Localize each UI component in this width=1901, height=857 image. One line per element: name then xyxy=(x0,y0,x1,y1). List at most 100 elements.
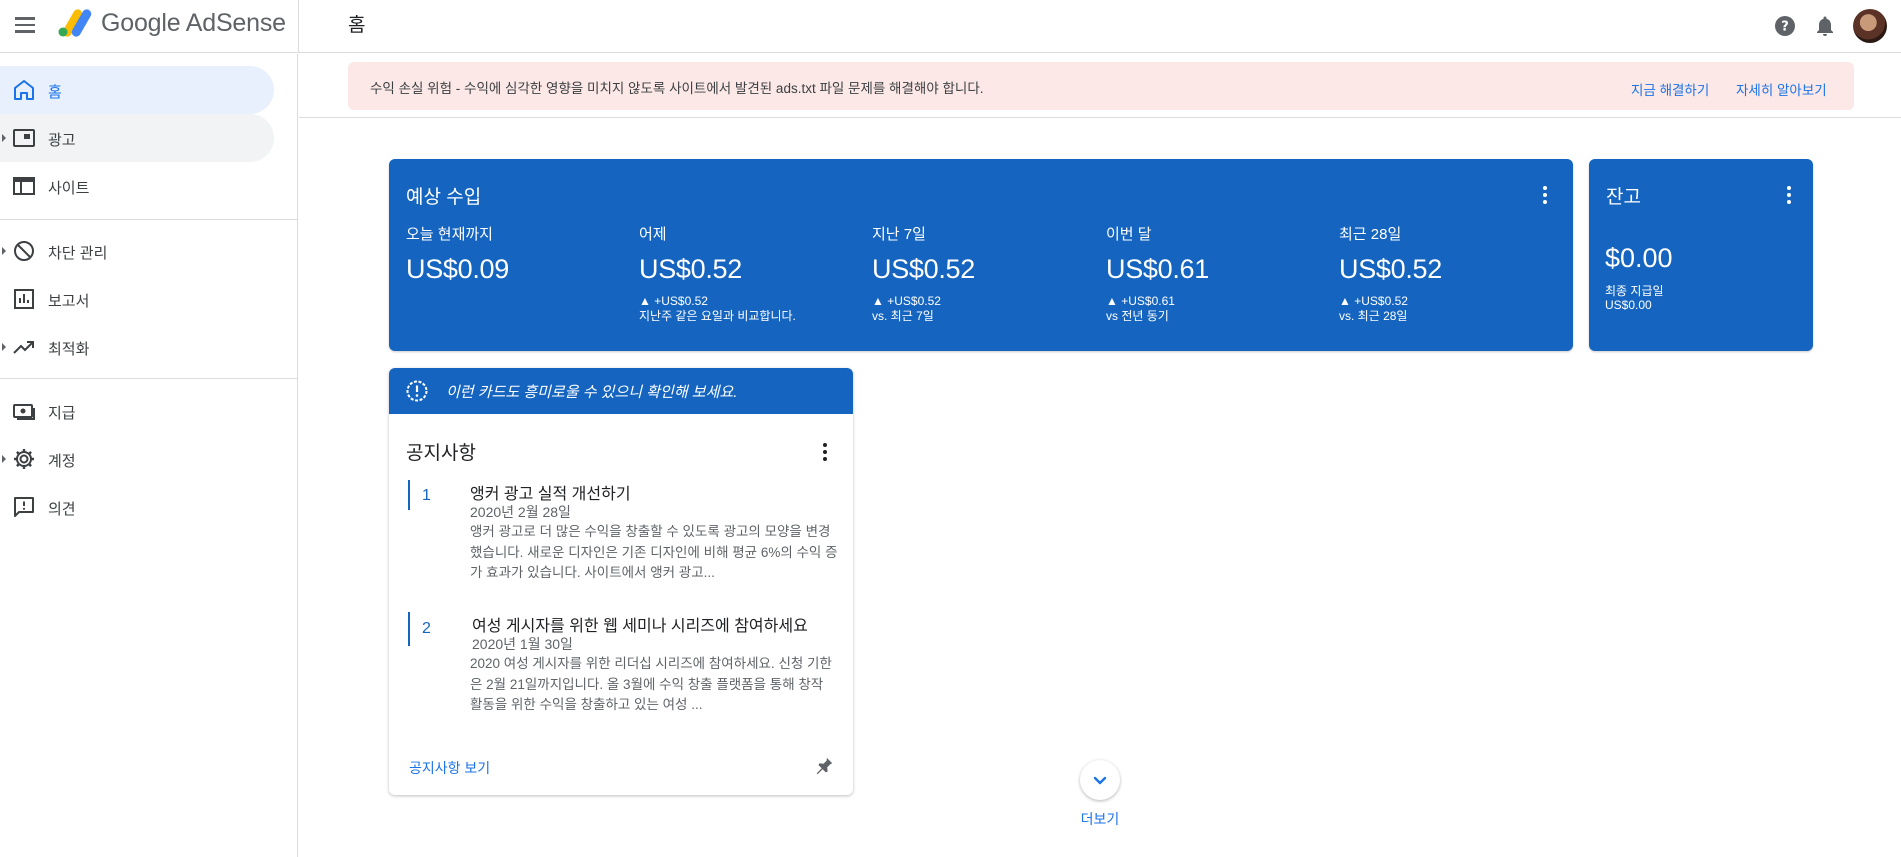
ads-txt-alert-banner: 수익 손실 위험 - 수익에 심각한 영향을 미치지 않도록 사이트에서 발견된… xyxy=(348,62,1854,110)
announcement-item[interactable]: 2 여성 게시자를 위한 웹 세미나 시리즈에 참여하세요 2020년 1월 3… xyxy=(408,612,838,722)
last-payment-value: US$0.00 xyxy=(1605,298,1652,312)
metric-comparison: vs 전년 동기 xyxy=(1106,309,1169,323)
announcement-title: 여성 게시자를 위한 웹 세미나 시리즈에 참여하세요 xyxy=(472,618,808,635)
metric-value: US$0.09 xyxy=(406,254,509,284)
announcement-body: 앵커 광고로 더 많은 수익을 창출할 수 있도록 광고의 모양을 변경했습니다… xyxy=(470,524,838,580)
block-icon xyxy=(14,241,34,261)
page-title: 홈 xyxy=(348,15,366,36)
fix-now-link[interactable]: 지금 해결하기 xyxy=(1631,79,1709,99)
sites-icon xyxy=(13,177,35,195)
metric-comparison: vs. 최근 7일 xyxy=(872,309,934,323)
announcement-body: 2020 여성 게시자를 위한 리더십 시리즈에 참여하세요. 신청 기한은 2… xyxy=(470,656,832,712)
metric-label: 어제 xyxy=(639,226,667,243)
alert-badge-icon xyxy=(406,380,428,402)
adsense-logo-icon xyxy=(58,9,92,37)
metric-delta: ▲ +US$0.52 xyxy=(639,294,708,308)
announcement-item[interactable]: 1 앵커 광고 실적 개선하기 2020년 2월 28일 앵커 광고로 더 많은… xyxy=(408,480,838,600)
sidebar-item-label: 최적화 xyxy=(48,341,90,358)
sidebar-item-ads[interactable]: 광고 xyxy=(0,114,274,162)
home-icon xyxy=(14,80,34,100)
metric-delta: ▲ +US$0.52 xyxy=(1339,294,1408,308)
metric-comparison: vs. 최근 28일 xyxy=(1339,309,1408,323)
sidebar-item-home[interactable]: 홈 xyxy=(0,66,274,114)
announcement-accent-bar xyxy=(408,480,410,510)
announcements-card: 이런 카드도 흥미로울 수 있으니 확인해 보세요. 공지사항 1 앵커 광고 … xyxy=(389,368,853,795)
sidebar-item-label: 계정 xyxy=(48,453,76,470)
more-vert-icon[interactable] xyxy=(813,440,837,464)
announcement-title: 앵커 광고 실적 개선하기 xyxy=(470,486,631,503)
announcements-title: 공지사항 xyxy=(406,443,476,464)
pin-icon[interactable] xyxy=(813,755,835,777)
gear-icon xyxy=(14,449,34,469)
metric-today: 오늘 현재까지 US$0.09 xyxy=(406,223,636,285)
sidebar-nav: 홈 광고 사이트 차단 관리 보고서 최적화 지급 계정 의견 xyxy=(0,54,298,857)
header-actions: ? xyxy=(1773,6,1887,46)
expand-caret-icon xyxy=(2,247,6,255)
reports-icon xyxy=(14,289,34,309)
more-vert-icon[interactable] xyxy=(1533,183,1557,207)
payments-icon xyxy=(13,404,35,420)
sidebar-item-label: 보고서 xyxy=(48,293,90,310)
sidebar-item-blocking-controls[interactable]: 차단 관리 xyxy=(0,227,274,275)
expand-caret-icon xyxy=(2,134,6,142)
announcement-date: 2020년 1월 30일 xyxy=(472,636,573,652)
metric-value: US$0.61 xyxy=(1106,254,1209,284)
sidebar-item-label: 광고 xyxy=(48,132,76,149)
earnings-card-title: 예상 수입 xyxy=(406,187,482,208)
announcement-date: 2020년 2월 28일 xyxy=(470,504,571,520)
sidebar-item-label: 차단 관리 xyxy=(48,245,108,262)
metric-this-month: 이번 달 US$0.61 ▲ +US$0.61 vs 전년 동기 xyxy=(1106,223,1336,324)
last-payment-label: 최종 지급일 xyxy=(1605,284,1664,298)
sidebar-item-account[interactable]: 계정 xyxy=(0,435,274,483)
more-vert-icon[interactable] xyxy=(1777,183,1801,207)
top-app-bar: Google AdSense 홈 ? xyxy=(0,0,1901,53)
sidebar-item-reports[interactable]: 보고서 xyxy=(0,275,274,323)
user-avatar[interactable] xyxy=(1853,9,1887,43)
show-more-label[interactable]: 더보기 xyxy=(1080,809,1120,829)
learn-more-link[interactable]: 자세히 알아보기 xyxy=(1736,79,1827,99)
sidebar-item-optimization[interactable]: 최적화 xyxy=(0,323,274,371)
sidebar-item-label: 의견 xyxy=(48,501,76,518)
chevron-down-icon xyxy=(1093,776,1107,785)
sidebar-item-payments[interactable]: 지급 xyxy=(0,387,274,435)
metric-label: 오늘 현재까지 xyxy=(406,226,493,243)
menu-icon[interactable] xyxy=(12,12,38,38)
metric-comparison: 지난주 같은 요일과 비교합니다. xyxy=(639,309,796,323)
metric-label: 지난 7일 xyxy=(872,226,926,243)
sidebar-item-feedback[interactable]: 의견 xyxy=(0,483,274,531)
expand-caret-icon xyxy=(2,455,6,463)
notifications-bell-icon[interactable] xyxy=(1813,14,1837,38)
trending-up-icon xyxy=(13,341,34,354)
feedback-icon xyxy=(14,497,34,517)
estimated-earnings-card: 예상 수입 오늘 현재까지 US$0.09 어제 US$0.52 ▲ +US$0… xyxy=(389,159,1573,351)
help-icon[interactable]: ? xyxy=(1773,14,1797,38)
brand-name: Google AdSense xyxy=(101,9,286,37)
metric-value: US$0.52 xyxy=(1339,254,1442,284)
ads-icon xyxy=(13,129,35,147)
sidebar-item-label: 홈 xyxy=(48,84,62,101)
sidebar-divider xyxy=(0,219,297,220)
alert-message: 수익 손실 위험 - 수익에 심각한 영향을 미치지 않도록 사이트에서 발견된… xyxy=(370,81,984,96)
balance-card-title: 잔고 xyxy=(1606,187,1641,208)
metric-value: US$0.52 xyxy=(639,254,742,284)
svg-text:?: ? xyxy=(1781,20,1789,35)
balance-value: $0.00 xyxy=(1605,243,1673,273)
metric-value: US$0.52 xyxy=(872,254,975,284)
metric-delta: ▲ +US$0.52 xyxy=(872,294,941,308)
show-more-button[interactable] xyxy=(1080,760,1120,800)
header-divider xyxy=(298,0,299,53)
metric-last-7-days: 지난 7일 US$0.52 ▲ +US$0.52 vs. 최근 7일 xyxy=(872,223,1102,324)
sidebar-item-label: 지급 xyxy=(48,405,76,422)
announcement-number: 2 xyxy=(422,620,431,637)
sidebar-item-label: 사이트 xyxy=(48,180,90,197)
suggestion-banner-text: 이런 카드도 흥미로울 수 있으니 확인해 보세요. xyxy=(446,384,738,401)
metric-delta: ▲ +US$0.61 xyxy=(1106,294,1175,308)
sidebar-item-sites[interactable]: 사이트 xyxy=(0,162,274,210)
metric-yesterday: 어제 US$0.52 ▲ +US$0.52 지난주 같은 요일과 비교합니다. xyxy=(639,223,869,324)
view-announcements-link[interactable]: 공지사항 보기 xyxy=(409,758,490,778)
announcement-accent-bar xyxy=(408,612,410,646)
suggestion-banner: 이런 카드도 흥미로울 수 있으니 확인해 보세요. xyxy=(389,368,853,414)
metric-label: 최근 28일 xyxy=(1339,226,1402,243)
metric-last-28-days: 최근 28일 US$0.52 ▲ +US$0.52 vs. 최근 28일 xyxy=(1339,223,1569,324)
metric-label: 이번 달 xyxy=(1106,226,1152,243)
